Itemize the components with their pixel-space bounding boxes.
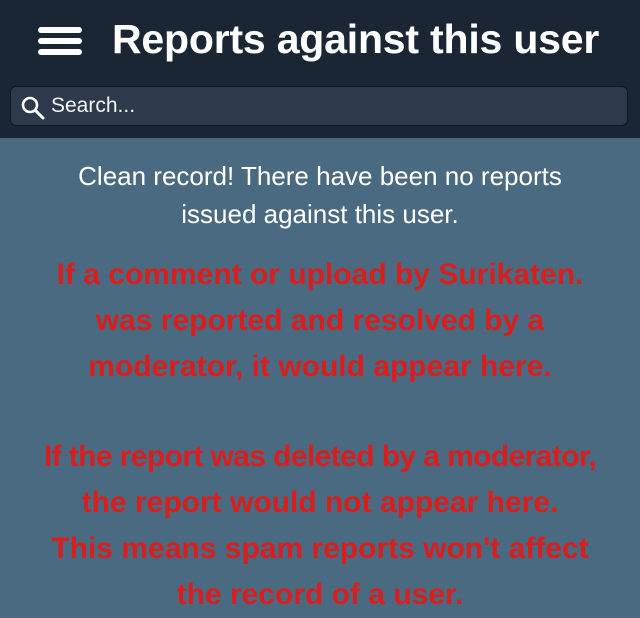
search-icon [21,96,45,120]
search-bar[interactable] [10,86,628,126]
note-line: the record of a user. [176,578,464,611]
note-line: the report would not appear here. [81,486,559,519]
search-input[interactable] [51,87,621,125]
clean-record-line: Clean record! There have been no reports [78,161,562,191]
note-line: If a comment or upload by Surikaten. [56,258,584,291]
moderation-note-resolved: If a comment or upload by Surikaten. was… [0,252,640,390]
note-line: moderator, it would appear here. [88,350,552,383]
hamburger-menu-icon[interactable] [38,27,82,55]
app-header: Reports against this user [0,0,640,138]
moderation-note-deleted: If the report was deleted by a moderator… [0,434,640,618]
clean-record-message: Clean record! There have been no reports… [0,157,640,233]
clean-record-line: issued against this user. [181,199,459,229]
page-title: Reports against this user [112,16,600,62]
note-line: This means spam reports won't affect [51,532,589,565]
note-line: was reported and resolved by a [95,304,545,337]
note-line: If the report was deleted by a moderator… [43,440,597,473]
